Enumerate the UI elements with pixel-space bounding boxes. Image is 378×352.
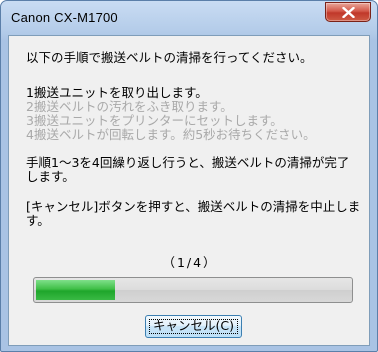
step-counter: （1/4） — [162, 255, 218, 270]
close-icon — [342, 7, 355, 18]
repeat-instruction-line1: 手順1～3を4回繰り返し行うと、搬送ベルトの清掃が完了 — [26, 155, 350, 170]
cancel-button[interactable]: キャンセル(C) — [145, 315, 242, 338]
dialog-window: Canon CX-M1700 以下の手順で搬送ベルトの清掃を行ってください。 1… — [0, 0, 378, 352]
cancel-info-line1: [キャンセル]ボタンを押すと、搬送ベルトの清掃を中止しま — [26, 199, 361, 214]
window-title: Canon CX-M1700 — [11, 10, 118, 25]
title-bar[interactable]: Canon CX-M1700 — [1, 1, 377, 35]
step-3-text: 3搬送ユニットをプリンターにセットします。 — [26, 113, 283, 128]
progress-bar — [33, 277, 353, 303]
repeat-instruction-line2: します。 — [26, 169, 75, 184]
dialog-content: 以下の手順で搬送ベルトの清掃を行ってください。 1搬送ユニットを取り出します。 … — [8, 35, 370, 346]
step-1-text: 1搬送ユニットを取り出します。 — [26, 85, 208, 100]
progress-bar-fill — [36, 280, 115, 300]
step-4-text: 4搬送ベルトが回転します。約5秒お待ちください。 — [26, 127, 316, 142]
focus-rectangle — [149, 319, 238, 334]
close-button[interactable] — [325, 2, 371, 22]
cancel-info-line2: す。 — [26, 213, 50, 228]
step-2-text: 2搬送ベルトの汚れをふき取ります。 — [26, 99, 233, 114]
intro-text: 以下の手順で搬送ベルトの清掃を行ってください。 — [26, 50, 313, 65]
